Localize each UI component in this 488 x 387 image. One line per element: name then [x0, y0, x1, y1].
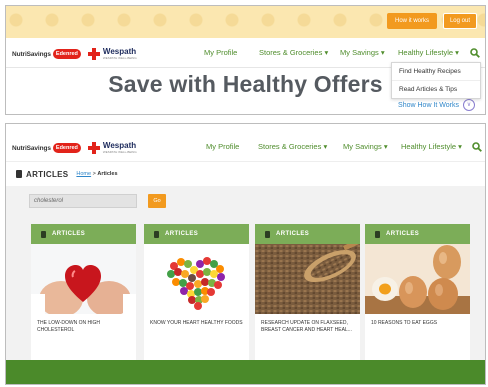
heart-hands-image — [31, 244, 136, 314]
breadcrumb-current: Articles — [97, 171, 118, 177]
healthy-lifestyle-dropdown: Find Healthy Recipes Read Articles & Tip… — [391, 62, 481, 99]
chevron-down-icon: ∨ — [463, 99, 475, 111]
card-header-label: ARTICLES — [386, 231, 420, 237]
breadcrumb-home-link[interactable]: Home — [76, 171, 91, 177]
breadcrumb: Home > Articles — [76, 171, 117, 177]
article-card[interactable]: ARTICLES RESEARCH UPDATE ON FLAXSEED, BR… — [255, 224, 360, 360]
how-it-works-button[interactable]: How it works — [386, 13, 437, 29]
document-icon — [265, 230, 270, 238]
nav-my-savings[interactable]: My Savings ▾ — [343, 132, 388, 162]
article-card[interactable]: ARTICLES 10 REASONS TO EAT EGGS — [365, 224, 470, 360]
logo-articles[interactable]: NutriSavings Edenred Wespath WESPATH WEL… — [12, 141, 137, 155]
card-header-label: ARTICLES — [52, 231, 86, 237]
screenshot-homepage: How it works Log out NutriSavings Edenre… — [5, 5, 486, 115]
nutrisavings-logo-text: NutriSavings — [12, 50, 51, 58]
wespath-cross-icon — [87, 47, 101, 61]
nav-stores-groceries[interactable]: Stores & Groceries ▾ — [259, 38, 328, 68]
wespath-logo-text: Wespath — [102, 47, 137, 56]
wespath-cross-icon — [87, 141, 101, 155]
show-how-it-works-link[interactable]: Show How It Works ∨ — [398, 99, 475, 111]
heart-foods-image — [144, 244, 249, 314]
flaxseed-image — [255, 244, 360, 314]
card-title: THE LOW-DOWN ON HIGH CHOLESTEROL — [37, 320, 100, 333]
nav-my-profile[interactable]: My Profile — [204, 38, 237, 68]
edenred-logo: Edenred — [52, 49, 81, 59]
card-header: ARTICLES — [255, 224, 360, 244]
article-search-bar: cholesterol Go — [6, 186, 485, 216]
footer-band — [6, 360, 485, 384]
card-header: ARTICLES — [365, 224, 470, 244]
wespath-logo-subtitle: WESPATH WELL-BEING — [102, 56, 137, 60]
search-icon[interactable] — [472, 142, 482, 152]
card-title: 10 REASONS TO EAT EGGS — [371, 320, 438, 326]
card-header: ARTICLES — [144, 224, 249, 244]
article-cards-area: ARTICLES THE LOW-DOWN ON HIGH CHOLESTERO… — [6, 216, 485, 360]
document-icon — [375, 230, 380, 238]
nav-my-profile[interactable]: My Profile — [206, 132, 239, 162]
dropdown-find-healthy-recipes[interactable]: Find Healthy Recipes — [392, 63, 480, 81]
go-button[interactable]: Go — [148, 194, 166, 208]
dropdown-read-articles-tips[interactable]: Read Articles & Tips — [392, 81, 480, 98]
main-nav-articles: NutriSavings Edenred Wespath WESPATH WEL… — [6, 132, 485, 162]
card-header-label: ARTICLES — [276, 231, 310, 237]
nav-my-savings[interactable]: My Savings ▾ — [340, 38, 385, 68]
show-how-label: Show How It Works — [398, 101, 459, 109]
wespath-logo-subtitle: WESPATH WELL-BEING — [102, 150, 137, 154]
document-icon — [154, 230, 159, 238]
logo[interactable]: NutriSavings Edenred Wespath WESPATH WEL… — [12, 47, 137, 61]
search-icon[interactable] — [470, 48, 480, 58]
card-header: ARTICLES — [31, 224, 136, 244]
card-title: KNOW YOUR HEART HEALTHY FOODS — [150, 320, 243, 326]
article-card[interactable]: ARTICLES KNOW YOUR HEART HEALTHY FOODS — [144, 224, 249, 360]
wespath-logo: Wespath WESPATH WELL-BEING — [102, 47, 137, 61]
eggs-image — [365, 244, 470, 314]
screenshot-articles: NutriSavings Edenred Wespath WESPATH WEL… — [5, 123, 486, 385]
document-icon — [16, 170, 22, 178]
nav-stores-groceries[interactable]: Stores & Groceries ▾ — [258, 132, 327, 162]
nav-healthy-lifestyle[interactable]: Healthy Lifestyle ▾ — [401, 132, 462, 162]
document-icon — [41, 230, 46, 238]
article-card[interactable]: ARTICLES THE LOW-DOWN ON HIGH CHOLESTERO… — [31, 224, 136, 360]
card-header-label: ARTICLES — [165, 231, 199, 237]
page-title: ARTICLES — [26, 169, 69, 179]
edenred-logo: Edenred — [52, 143, 81, 153]
log-out-button[interactable]: Log out — [442, 13, 477, 29]
top-banner: How it works Log out — [6, 6, 485, 38]
card-title: RESEARCH UPDATE ON FLAXSEED, BREAST CANC… — [261, 320, 352, 333]
wespath-logo: Wespath WESPATH WELL-BEING — [102, 141, 137, 155]
nutrisavings-logo-text: NutriSavings — [12, 144, 51, 152]
wespath-logo-text: Wespath — [102, 141, 137, 150]
articles-header: ARTICLES Home > Articles — [6, 164, 485, 184]
article-search-input[interactable]: cholesterol — [29, 194, 137, 208]
